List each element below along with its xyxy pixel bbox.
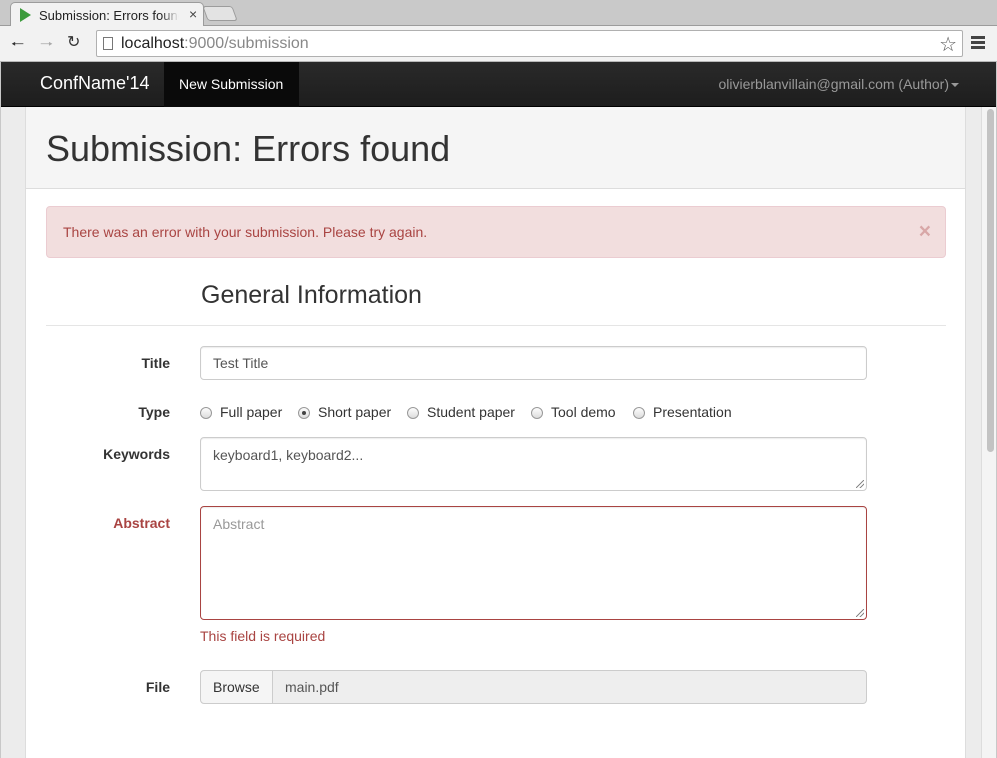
radio-label: Presentation	[653, 404, 732, 420]
keywords-value: keyboard1, keyboard2...	[213, 447, 364, 463]
keywords-textarea[interactable]: keyboard1, keyboard2...	[200, 437, 867, 491]
radio-label: Short paper	[318, 404, 392, 420]
url-text: localhost:9000/submission	[121, 35, 309, 53]
alert-message: There was an error with your submission.…	[63, 224, 428, 240]
back-arrow-icon[interactable]: 🠐	[11, 34, 24, 59]
new-tab-button[interactable]	[202, 6, 238, 21]
file-label: File	[145, 679, 170, 695]
page-title: Submission: Errors found	[46, 128, 451, 169]
browser-toolbar: 🠐 🠒 ↻ localhost:9000/submission ☆	[0, 26, 997, 62]
abstract-label: Abstract	[113, 515, 170, 531]
vertical-scrollbar[interactable]	[981, 107, 996, 758]
radio-dot[interactable]	[200, 407, 212, 419]
title-value: Test Title	[213, 355, 269, 371]
page-viewport: ConfName'14 New Submission olivierblanvi…	[1, 62, 996, 758]
radio-dot[interactable]	[633, 407, 645, 419]
tab-title: Submission: Errors found	[39, 8, 179, 23]
main-container: Submission: Errors found There was an er…	[25, 107, 966, 758]
radio-dot-selected[interactable]	[298, 407, 310, 419]
section-title: General Information	[201, 281, 422, 309]
browser-tabstrip: Submission: Errors found ×	[0, 0, 997, 27]
title-label: Title	[141, 355, 170, 371]
alert-close-icon[interactable]: ×	[919, 220, 931, 244]
radio-label: Tool demo	[551, 404, 616, 420]
bookmark-star-icon[interactable]: ☆	[939, 32, 957, 57]
abstract-textarea[interactable]: Abstract	[200, 506, 867, 620]
section-divider	[46, 325, 946, 326]
page-icon	[103, 37, 113, 50]
radio-label: Full paper	[220, 404, 283, 420]
browse-button-label: Browse	[213, 679, 260, 695]
type-label: Type	[138, 404, 170, 420]
url-host: localhost	[121, 35, 185, 52]
radio-dot[interactable]	[531, 407, 543, 419]
user-menu[interactable]: olivierblanvillain@gmail.com (Author)	[718, 76, 949, 92]
radio-label: Student paper	[427, 404, 515, 420]
tab-close-icon[interactable]: ×	[189, 6, 197, 22]
nav-item-new-submission[interactable]: New Submission	[164, 62, 299, 107]
title-input[interactable]: Test Title	[200, 346, 867, 380]
scrollbar-thumb[interactable]	[987, 109, 994, 452]
keywords-label: Keywords	[103, 446, 170, 462]
caret-down-icon[interactable]	[951, 83, 959, 87]
reload-icon[interactable]: ↻	[67, 32, 80, 52]
abstract-placeholder: Abstract	[213, 516, 265, 532]
radio-dot[interactable]	[407, 407, 419, 419]
error-alert: There was an error with your submission.…	[46, 206, 946, 258]
file-name-field[interactable]: main.pdf	[285, 679, 339, 695]
forward-arrow-icon[interactable]: 🠒	[40, 34, 53, 59]
nav-item-label: New Submission	[179, 76, 284, 92]
resize-handle-icon[interactable]	[856, 609, 864, 617]
address-bar[interactable]: localhost:9000/submission ☆	[96, 30, 963, 57]
hamburger-menu-icon[interactable]	[971, 36, 985, 51]
page-header: Submission: Errors found	[26, 107, 965, 189]
site-navbar: ConfName'14 New Submission olivierblanvi…	[1, 62, 996, 107]
url-path: :9000/submission	[184, 35, 309, 52]
abstract-error-text: This field is required	[200, 628, 326, 644]
play-favicon-icon	[20, 8, 31, 22]
browse-button[interactable]: Browse	[201, 671, 273, 703]
file-input-group: Browse main.pdf	[200, 670, 867, 704]
browser-tab[interactable]: Submission: Errors found ×	[10, 2, 204, 27]
brand-link[interactable]: ConfName'14	[40, 73, 150, 94]
resize-handle-icon[interactable]	[856, 480, 864, 488]
